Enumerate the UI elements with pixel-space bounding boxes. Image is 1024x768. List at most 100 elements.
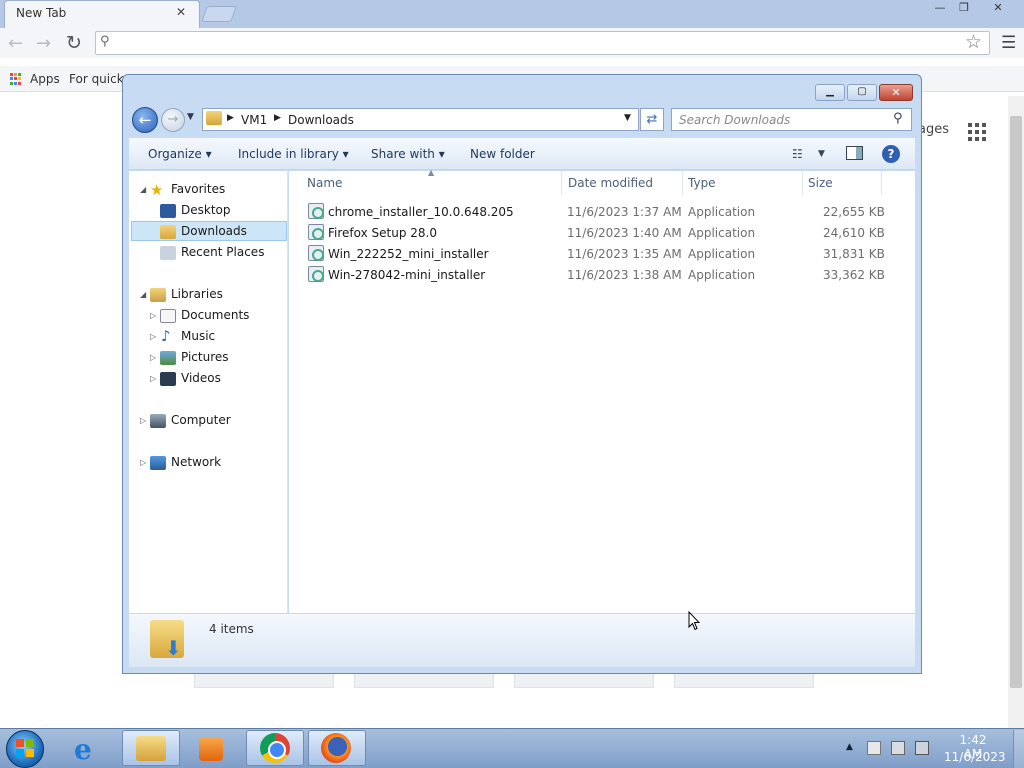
- tab-title: New Tab: [16, 6, 67, 20]
- new-folder-button[interactable]: New folder: [470, 147, 535, 161]
- reload-icon[interactable]: ↻: [66, 32, 82, 54]
- column-header-name[interactable]: Name: [307, 176, 342, 190]
- firefox-icon: [321, 733, 351, 763]
- application-icon: [308, 245, 324, 261]
- application-icon: [308, 266, 324, 282]
- collapse-arrow-icon[interactable]: ▷: [150, 311, 156, 320]
- ntp-apps-grid-icon[interactable]: [968, 123, 986, 141]
- collapse-arrow-icon[interactable]: ▷: [150, 332, 156, 341]
- file-date: 11/6/2023 1:35 AM: [567, 247, 682, 261]
- browser-close-button[interactable]: ✕: [986, 1, 1010, 17]
- nav-recent-places[interactable]: Recent Places: [181, 242, 264, 262]
- network-icon: [150, 456, 166, 470]
- file-date: 11/6/2023 1:37 AM: [567, 205, 682, 219]
- address-bar[interactable]: [202, 108, 639, 131]
- explorer-back-button[interactable]: ←: [132, 107, 158, 133]
- column-header-type[interactable]: Type: [688, 176, 716, 190]
- explorer-forward-button[interactable]: →: [161, 108, 185, 132]
- nav-music[interactable]: Music: [181, 326, 215, 346]
- file-type: Application: [688, 226, 756, 240]
- preview-pane-icon[interactable]: [846, 146, 863, 160]
- apps-icon[interactable]: [10, 73, 22, 85]
- forward-arrow-icon[interactable]: →: [36, 33, 51, 54]
- organize-button[interactable]: Organize ▾: [148, 147, 212, 161]
- include-in-library-button[interactable]: Include in library ▾: [238, 147, 349, 161]
- column-header-size[interactable]: Size: [808, 176, 833, 190]
- expand-arrow-icon[interactable]: ◢: [140, 290, 146, 299]
- search-placeholder: Search Downloads: [679, 113, 791, 127]
- network-tray-icon[interactable]: [891, 741, 905, 755]
- videos-icon: [160, 372, 176, 386]
- omnibox-input[interactable]: [95, 31, 990, 55]
- file-name[interactable]: Win-278042-mini_installer: [328, 268, 485, 282]
- explorer-maximize-button[interactable]: ▢: [847, 84, 877, 101]
- scrollbar-thumb[interactable]: [1010, 116, 1022, 688]
- new-tab-button[interactable]: [201, 6, 237, 22]
- recent-places-icon: [160, 246, 176, 260]
- folder-icon: [136, 736, 166, 761]
- column-header-date[interactable]: Date modified: [568, 176, 653, 190]
- nav-videos[interactable]: Videos: [181, 368, 221, 388]
- breadcrumb-downloads[interactable]: Downloads: [288, 113, 354, 127]
- refresh-button[interactable]: ⇄: [640, 108, 664, 131]
- view-dropdown-icon[interactable]: ▼: [818, 149, 825, 159]
- nav-desktop[interactable]: Desktop: [181, 200, 231, 220]
- file-name[interactable]: Win_222252_mini_installer: [328, 247, 489, 261]
- ntp-tile[interactable]: [354, 672, 494, 688]
- expand-arrow-icon[interactable]: ◢: [140, 185, 146, 194]
- action-center-icon[interactable]: [867, 741, 881, 755]
- show-desktop-button[interactable]: [1013, 730, 1024, 768]
- recent-pages-chevron-icon[interactable]: ▼: [187, 112, 194, 122]
- nav-documents[interactable]: Documents: [181, 305, 249, 325]
- breadcrumb-vm1[interactable]: VM1: [241, 113, 267, 127]
- ntp-pages-text[interactable]: ages: [918, 122, 949, 137]
- column-divider[interactable]: [802, 171, 803, 195]
- explorer-close-button[interactable]: ✕: [879, 84, 913, 101]
- menu-icon[interactable]: ☰: [1001, 33, 1016, 53]
- ntp-tile[interactable]: [674, 672, 814, 688]
- computer-icon: [150, 414, 166, 428]
- nav-pictures[interactable]: Pictures: [181, 347, 229, 367]
- column-divider[interactable]: [561, 171, 562, 195]
- collapse-arrow-icon[interactable]: ▷: [140, 458, 146, 467]
- downloads-folder-icon: [160, 225, 176, 239]
- nav-favorites[interactable]: Favorites: [171, 179, 225, 199]
- column-divider[interactable]: [881, 171, 882, 195]
- bookmark-apps[interactable]: Apps: [30, 72, 60, 86]
- internet-explorer-icon: e: [74, 733, 92, 766]
- tab-close-icon[interactable]: ✕: [176, 5, 186, 19]
- ntp-tile[interactable]: [514, 672, 654, 688]
- item-count: 4 items: [209, 622, 254, 636]
- browser-minimize-button[interactable]: —: [928, 1, 952, 17]
- back-arrow-icon[interactable]: ←: [8, 33, 23, 54]
- nav-computer[interactable]: Computer: [171, 410, 231, 430]
- file-size: 31,831 KB: [823, 247, 885, 261]
- nav-network[interactable]: Network: [171, 452, 221, 472]
- pictures-icon: [160, 351, 176, 365]
- collapse-arrow-icon[interactable]: ▷: [150, 353, 156, 362]
- ntp-tile[interactable]: [194, 672, 334, 688]
- file-size: 33,362 KB: [823, 268, 885, 282]
- download-arrow-icon: ⬇: [165, 636, 182, 660]
- file-name[interactable]: chrome_installer_10.0.648.205: [328, 205, 514, 219]
- share-with-button[interactable]: Share with ▾: [371, 147, 445, 161]
- libraries-icon: [150, 288, 166, 302]
- bookmark-star-icon[interactable]: ☆: [965, 31, 982, 53]
- nav-downloads[interactable]: Downloads: [181, 221, 247, 241]
- column-divider[interactable]: [682, 171, 683, 195]
- show-hidden-icons-icon[interactable]: ▲: [846, 742, 853, 752]
- collapse-arrow-icon[interactable]: ▷: [150, 374, 156, 383]
- search-icon[interactable]: ⚲: [893, 111, 903, 126]
- breadcrumb-chevron-icon[interactable]: ▶: [274, 113, 281, 123]
- address-dropdown-icon[interactable]: ▼: [624, 113, 631, 123]
- file-name[interactable]: Firefox Setup 28.0: [328, 226, 437, 240]
- nav-libraries[interactable]: Libraries: [171, 284, 223, 304]
- volume-muted-icon[interactable]: [915, 741, 929, 755]
- explorer-minimize-button[interactable]: ▁: [815, 84, 845, 101]
- collapse-arrow-icon[interactable]: ▷: [140, 416, 146, 425]
- help-icon[interactable]: ?: [882, 145, 900, 163]
- clock-date[interactable]: 11/6/2023: [944, 750, 1006, 764]
- breadcrumb-chevron-icon[interactable]: ▶: [227, 113, 234, 123]
- browser-restore-button[interactable]: ❐: [952, 1, 976, 17]
- change-view-icon[interactable]: ☷: [792, 147, 803, 161]
